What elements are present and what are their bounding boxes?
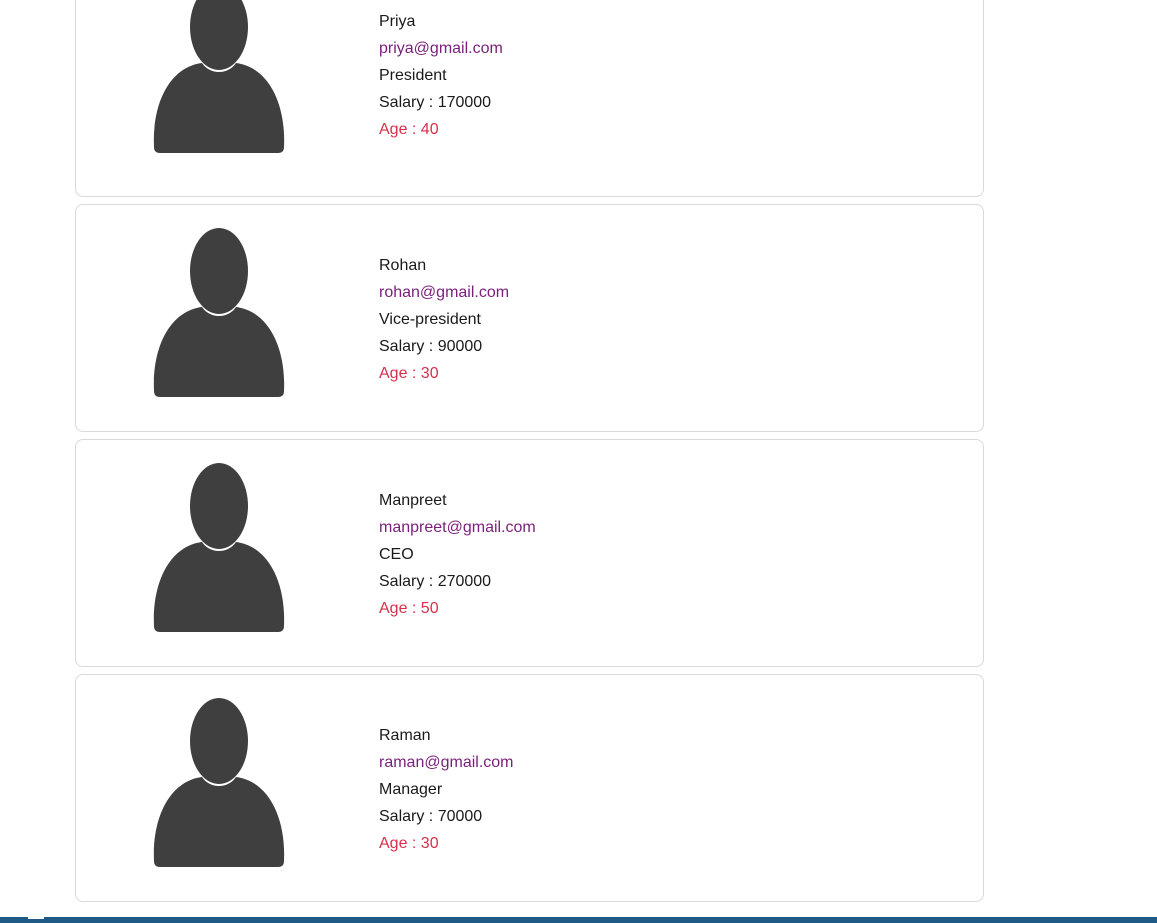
employee-name: Raman <box>379 727 431 744</box>
employee-designation: Manager <box>379 781 443 798</box>
employee-card: Manpreet manpreet@gmail.com CEO Salary :… <box>75 439 984 667</box>
user-silhouette-icon <box>153 228 285 397</box>
employee-email: manpreet@gmail.com <box>379 519 536 536</box>
employee-card: Raman raman@gmail.com Manager Salary : 7… <box>75 674 984 902</box>
employee-age: Age : 30 <box>379 365 439 382</box>
employee-salary: Salary : 70000 <box>379 808 483 825</box>
employee-card: Rohan rohan@gmail.com Vice-president Sal… <box>75 204 984 432</box>
employee-details: Manpreet manpreet@gmail.com CEO Salary :… <box>379 487 536 622</box>
employee-email: raman@gmail.com <box>379 754 514 771</box>
user-silhouette-icon <box>153 463 285 632</box>
employee-name: Manpreet <box>379 492 447 509</box>
employee-card: Priya priya@gmail.com President Salary :… <box>75 0 984 197</box>
taskbar-start-icon[interactable] <box>28 917 44 919</box>
employee-designation: CEO <box>379 546 414 563</box>
employee-salary: Salary : 90000 <box>379 338 483 355</box>
user-silhouette-icon <box>153 698 285 867</box>
employee-details: Priya priya@gmail.com President Salary :… <box>379 8 503 143</box>
employee-salary: Salary : 270000 <box>379 573 492 590</box>
user-silhouette-icon <box>153 0 285 153</box>
employee-details: Rohan rohan@gmail.com Vice-president Sal… <box>379 252 509 387</box>
employee-age: Age : 40 <box>379 121 439 138</box>
employee-email: priya@gmail.com <box>379 40 503 57</box>
employee-name: Priya <box>379 13 416 30</box>
employee-designation: President <box>379 67 447 84</box>
employee-age: Age : 50 <box>379 600 439 617</box>
employee-salary: Salary : 170000 <box>379 94 492 111</box>
employee-name: Rohan <box>379 257 427 274</box>
employee-age: Age : 30 <box>379 835 439 852</box>
os-taskbar <box>0 917 1157 923</box>
employee-details: Raman raman@gmail.com Manager Salary : 7… <box>379 722 514 857</box>
employee-designation: Vice-president <box>379 311 481 328</box>
employee-email: rohan@gmail.com <box>379 284 510 301</box>
